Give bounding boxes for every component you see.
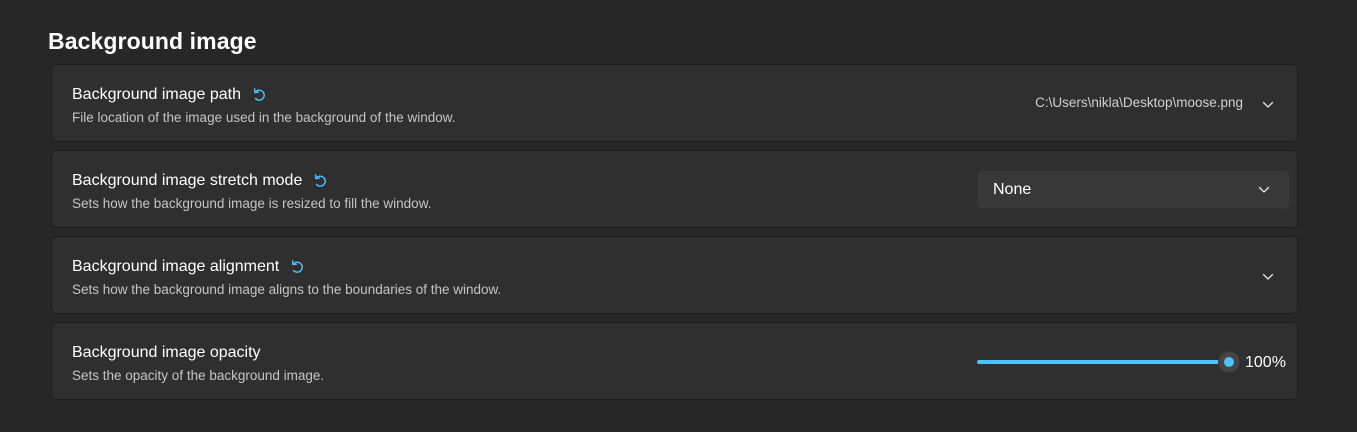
opacity-slider[interactable]: [977, 351, 1240, 373]
dropdown-selected-value: None: [993, 181, 1032, 198]
reset-icon[interactable]: [251, 87, 267, 103]
setting-description: Sets the opacity of the background image…: [72, 368, 325, 383]
slider-value: 100%: [1245, 354, 1286, 371]
path-value: C:\Users\nikla\Desktop\moose.png: [1035, 95, 1243, 110]
chevron-down-icon[interactable]: [1261, 98, 1275, 112]
setting-background-image-stretch-mode: Background image stretch mode Sets how t…: [51, 150, 1298, 228]
reset-icon[interactable]: [289, 259, 305, 275]
stretch-mode-dropdown[interactable]: None: [977, 170, 1290, 209]
chevron-down-icon[interactable]: [1261, 270, 1275, 284]
setting-description: File location of the image used in the b…: [72, 110, 456, 125]
setting-label: Background image stretch mode: [72, 172, 303, 189]
slider-thumb[interactable]: [1218, 351, 1240, 373]
setting-description: Sets how the background image aligns to …: [72, 282, 502, 297]
setting-background-image-alignment[interactable]: Background image alignment Sets how the …: [51, 236, 1298, 314]
setting-label: Background image path: [72, 86, 241, 103]
chevron-down-icon: [1257, 183, 1271, 197]
section-title: Background image: [48, 28, 257, 54]
slider-track-fill: [977, 360, 1229, 364]
setting-background-image-path[interactable]: Background image path File location of t…: [51, 64, 1298, 142]
setting-description: Sets how the background image is resized…: [72, 196, 432, 211]
setting-label: Background image alignment: [72, 258, 280, 275]
setting-background-image-opacity: Background image opacity Sets the opacit…: [51, 322, 1298, 400]
reset-icon[interactable]: [312, 173, 328, 189]
setting-label: Background image opacity: [72, 344, 261, 361]
